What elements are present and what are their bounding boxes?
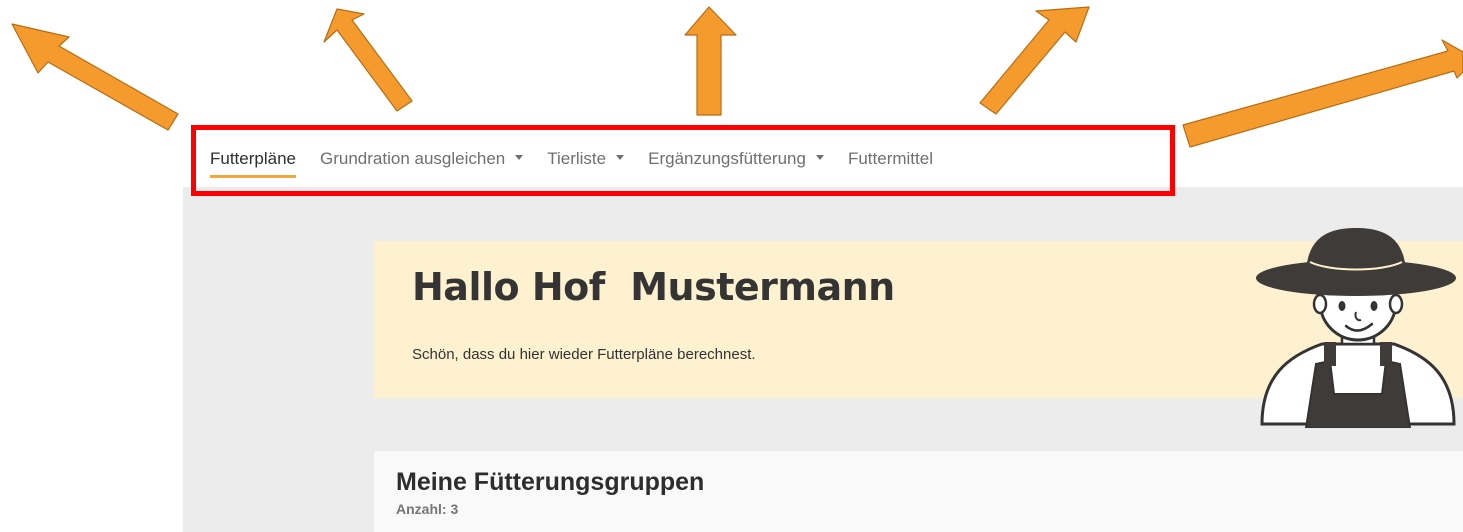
main-navigation: Futterpläne Grundration ausgleichen Tier… <box>210 140 957 190</box>
nav-item-tierliste[interactable]: Tierliste <box>547 140 625 178</box>
arrow-icon <box>684 6 737 116</box>
nav-item-label: Futterpläne <box>210 149 296 168</box>
caret-down-icon <box>515 155 524 161</box>
nav-item-label: Ergänzungsfütterung <box>648 149 806 168</box>
feeding-groups-title: Meine Fütterungsgruppen <box>396 468 705 496</box>
greeting-title: Hallo Hof Mustermann <box>412 265 895 309</box>
caret-down-icon <box>815 155 824 161</box>
farmer-avatar <box>1256 228 1456 428</box>
feeding-groups-card: Meine Fütterungsgruppen Anzahl: 3 <box>374 451 1463 532</box>
arrow-icon <box>323 8 413 112</box>
arrow-icon <box>11 23 179 131</box>
caret-down-icon <box>616 155 625 161</box>
nav-item-label: Futtermittel <box>847 149 933 168</box>
nav-item-futtermittel[interactable]: Futtermittel <box>848 140 933 178</box>
nav-item-futterplaene[interactable]: Futterpläne <box>210 140 296 178</box>
nav-item-label: Tierliste <box>547 149 607 168</box>
arrow-icon <box>979 6 1090 115</box>
nav-item-grundration-ausgleichen[interactable]: Grundration ausgleichen <box>320 140 524 178</box>
nav-item-label: Grundration ausgleichen <box>320 149 506 168</box>
nav-item-ergaenzungsfuetterung[interactable]: Ergänzungsfütterung <box>648 140 824 178</box>
feeding-groups-count: Anzahl: 3 <box>396 501 459 517</box>
greeting-subtitle: Schön, dass du hier wieder Futterpläne b… <box>412 346 756 363</box>
arrow-icon <box>1182 39 1463 148</box>
